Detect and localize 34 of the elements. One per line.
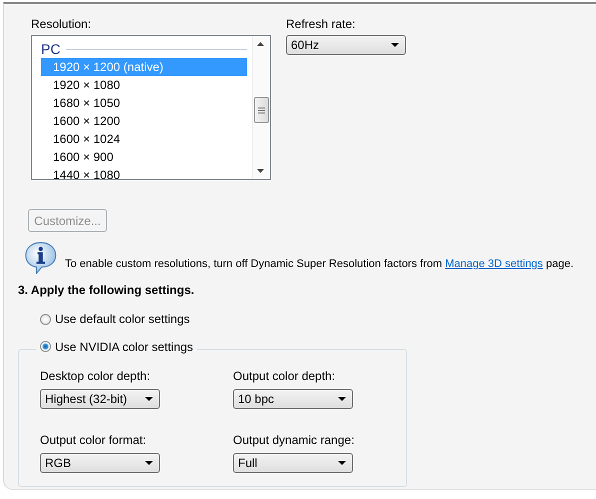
caret-icon xyxy=(338,396,346,400)
resolution-item[interactable]: 1680 × 1050 xyxy=(41,94,247,112)
refresh-rate-label: Refresh rate: xyxy=(286,17,356,31)
setting-dropdown[interactable]: RGB xyxy=(40,452,160,472)
setting-dropdown[interactable]: Highest (32-bit) xyxy=(40,388,160,408)
resolution-list[interactable]: PC 1920 × 1200 (native) 1920 × 1080 1680 × 1050 1600 × 1200 1600 × 1024 1600 × 900 1440 × 1080 xyxy=(31,35,271,180)
setting-label: Output color format: xyxy=(40,432,148,446)
radio-option[interactable]: Use NVIDIA color settings xyxy=(40,340,194,354)
resolution-item[interactable]: 1600 × 900 xyxy=(41,148,247,166)
resolution-item[interactable]: 1920 × 1080 xyxy=(41,76,247,94)
resolution-item[interactable]: 1440 × 1080 xyxy=(41,166,247,179)
scroll-down-icon[interactable] xyxy=(257,169,264,173)
info-icon xyxy=(25,242,57,274)
setting-dropdown[interactable]: Full xyxy=(233,452,353,472)
resolution-label: Resolution: xyxy=(31,17,92,31)
caret-icon xyxy=(391,43,399,47)
caret-icon xyxy=(338,460,346,464)
resolution-item[interactable]: 1600 × 1200 xyxy=(41,112,247,130)
resolution-item[interactable]: 1600 × 1024 xyxy=(41,130,247,148)
radio-option[interactable]: Use default color settings xyxy=(40,312,190,326)
refresh-rate-dropdown[interactable]: 60Hz xyxy=(286,35,406,55)
group-header: PC xyxy=(41,41,60,57)
scroll-thumb[interactable] xyxy=(254,97,269,123)
info-text: To enable custom resolutions, turn off Dynamic Super Resolution factors from Manage 3D settings page. xyxy=(65,258,574,272)
scrollbar[interactable] xyxy=(252,36,270,179)
section-title: 3. Apply the following settings. xyxy=(18,283,196,297)
scroll-up-icon[interactable] xyxy=(257,42,264,46)
caret-icon xyxy=(145,396,153,400)
manage-3d-settings-link[interactable]: Manage 3D settings xyxy=(445,258,543,270)
setting-label: Output color depth: xyxy=(233,368,336,382)
caret-icon xyxy=(145,460,153,464)
setting-dropdown[interactable]: 10 bpc xyxy=(233,388,353,408)
setting-label: Output dynamic range: xyxy=(233,432,356,446)
setting-label: Desktop color depth: xyxy=(40,368,152,382)
